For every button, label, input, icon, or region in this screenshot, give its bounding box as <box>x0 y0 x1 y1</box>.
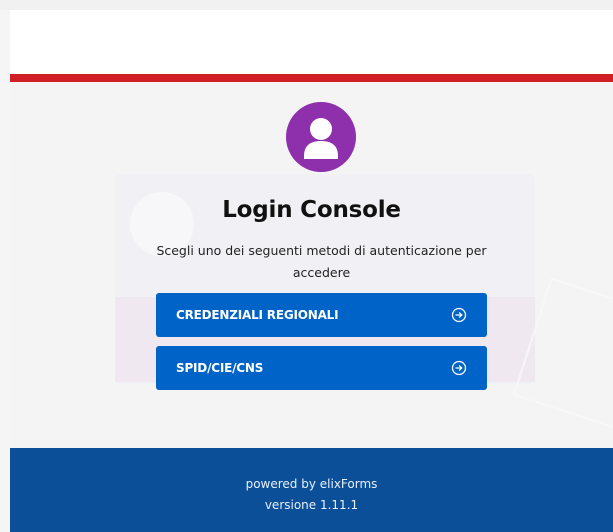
header-area <box>10 10 613 74</box>
login-page: Login Console Scegli uno dei seguenti me… <box>0 0 613 532</box>
header-accent-bar <box>10 74 613 82</box>
regional-credentials-label: CREDENZIALI REGIONALI <box>176 308 339 322</box>
browser-top-strip <box>0 0 613 10</box>
login-content: Login Console Scegli uno dei seguenti me… <box>10 82 613 448</box>
arrow-right-circle-icon <box>451 360 467 376</box>
regional-credentials-button[interactable]: CREDENZIALI REGIONALI <box>156 293 487 337</box>
page-title: Login Console <box>222 197 401 223</box>
spid-cie-cns-button[interactable]: SPID/CIE/CNS <box>156 346 487 390</box>
spid-cie-cns-label: SPID/CIE/CNS <box>176 361 264 375</box>
version-text: versione 1.11.1 <box>264 498 359 512</box>
arrow-right-circle-icon <box>451 307 467 323</box>
user-avatar-icon <box>286 102 356 172</box>
site-footer: powered by elixForms versione 1.11.1 <box>10 448 613 532</box>
auth-method-instructions: Scegli uno dei seguenti metodi di autent… <box>156 243 487 280</box>
powered-by-text: powered by elixForms <box>245 477 378 491</box>
